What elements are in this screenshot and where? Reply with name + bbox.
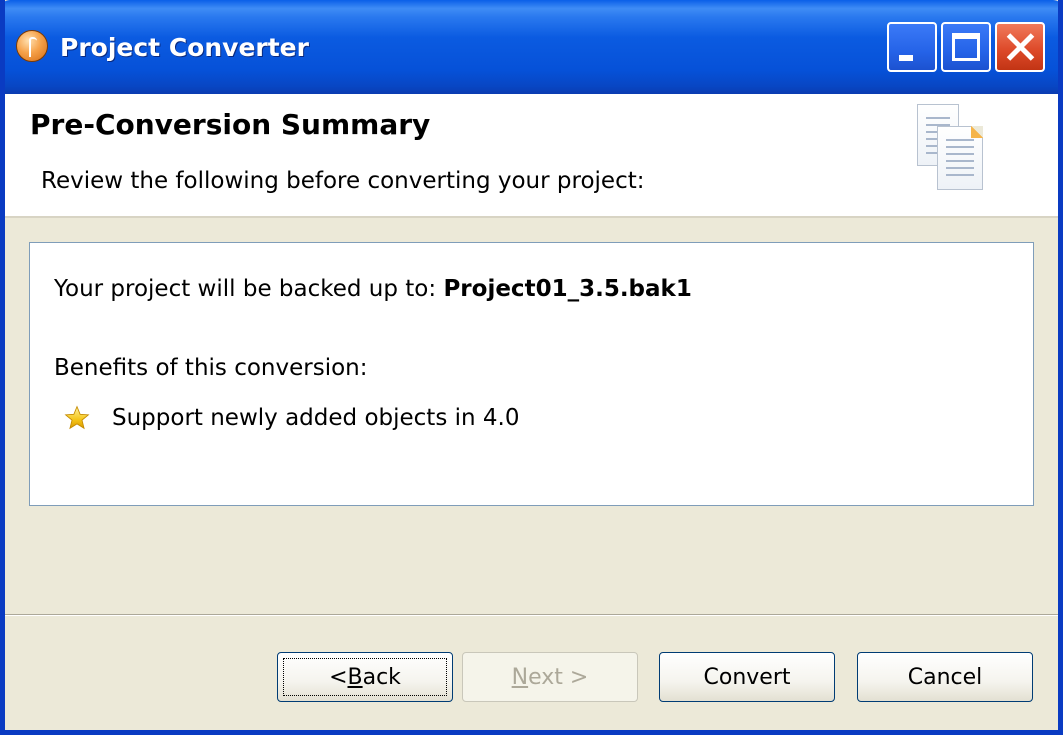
benefits-heading: Benefits of this conversion: bbox=[54, 355, 368, 381]
project-converter-window: Project Converter Pre-Conversion Summary… bbox=[0, 0, 1063, 735]
page-title: Pre-Conversion Summary bbox=[30, 108, 431, 141]
cancel-button[interactable]: Cancel bbox=[857, 652, 1033, 702]
back-rest: ack bbox=[362, 664, 401, 690]
backup-label: Your project will be backed up to: bbox=[54, 276, 437, 302]
benefit-text: Support newly added objects in 4.0 bbox=[112, 405, 520, 431]
back-mnemonic: B bbox=[347, 664, 363, 690]
title-bar[interactable]: Project Converter bbox=[5, 0, 1058, 94]
backup-line: Your project will be backed up to: Proje… bbox=[54, 276, 692, 302]
minimize-icon bbox=[899, 55, 913, 61]
wizard-header: Pre-Conversion Summary Review the follow… bbox=[5, 94, 1058, 218]
convert-button[interactable]: Convert bbox=[659, 652, 835, 702]
star-icon bbox=[64, 405, 90, 430]
back-button[interactable]: < Back bbox=[277, 652, 453, 702]
backup-file-name: Project01_3.5.bak1 bbox=[443, 276, 692, 302]
page-description: Review the following before converting y… bbox=[41, 168, 645, 194]
window-title: Project Converter bbox=[60, 33, 309, 62]
button-separator bbox=[5, 614, 1058, 616]
maximize-button[interactable] bbox=[941, 22, 991, 72]
maximize-icon bbox=[952, 33, 980, 61]
next-button[interactable]: Next > bbox=[462, 652, 638, 702]
app-icon bbox=[16, 30, 48, 62]
summary-panel: Your project will be backed up to: Proje… bbox=[29, 242, 1034, 506]
minimize-button[interactable] bbox=[887, 22, 937, 72]
close-button[interactable] bbox=[995, 22, 1045, 72]
back-prefix: < bbox=[329, 664, 348, 690]
close-icon bbox=[997, 24, 1043, 70]
document-front-icon bbox=[937, 126, 983, 190]
next-mnemonic: N bbox=[511, 664, 529, 690]
documents-icon bbox=[913, 100, 993, 196]
next-rest: ext > bbox=[528, 664, 589, 690]
